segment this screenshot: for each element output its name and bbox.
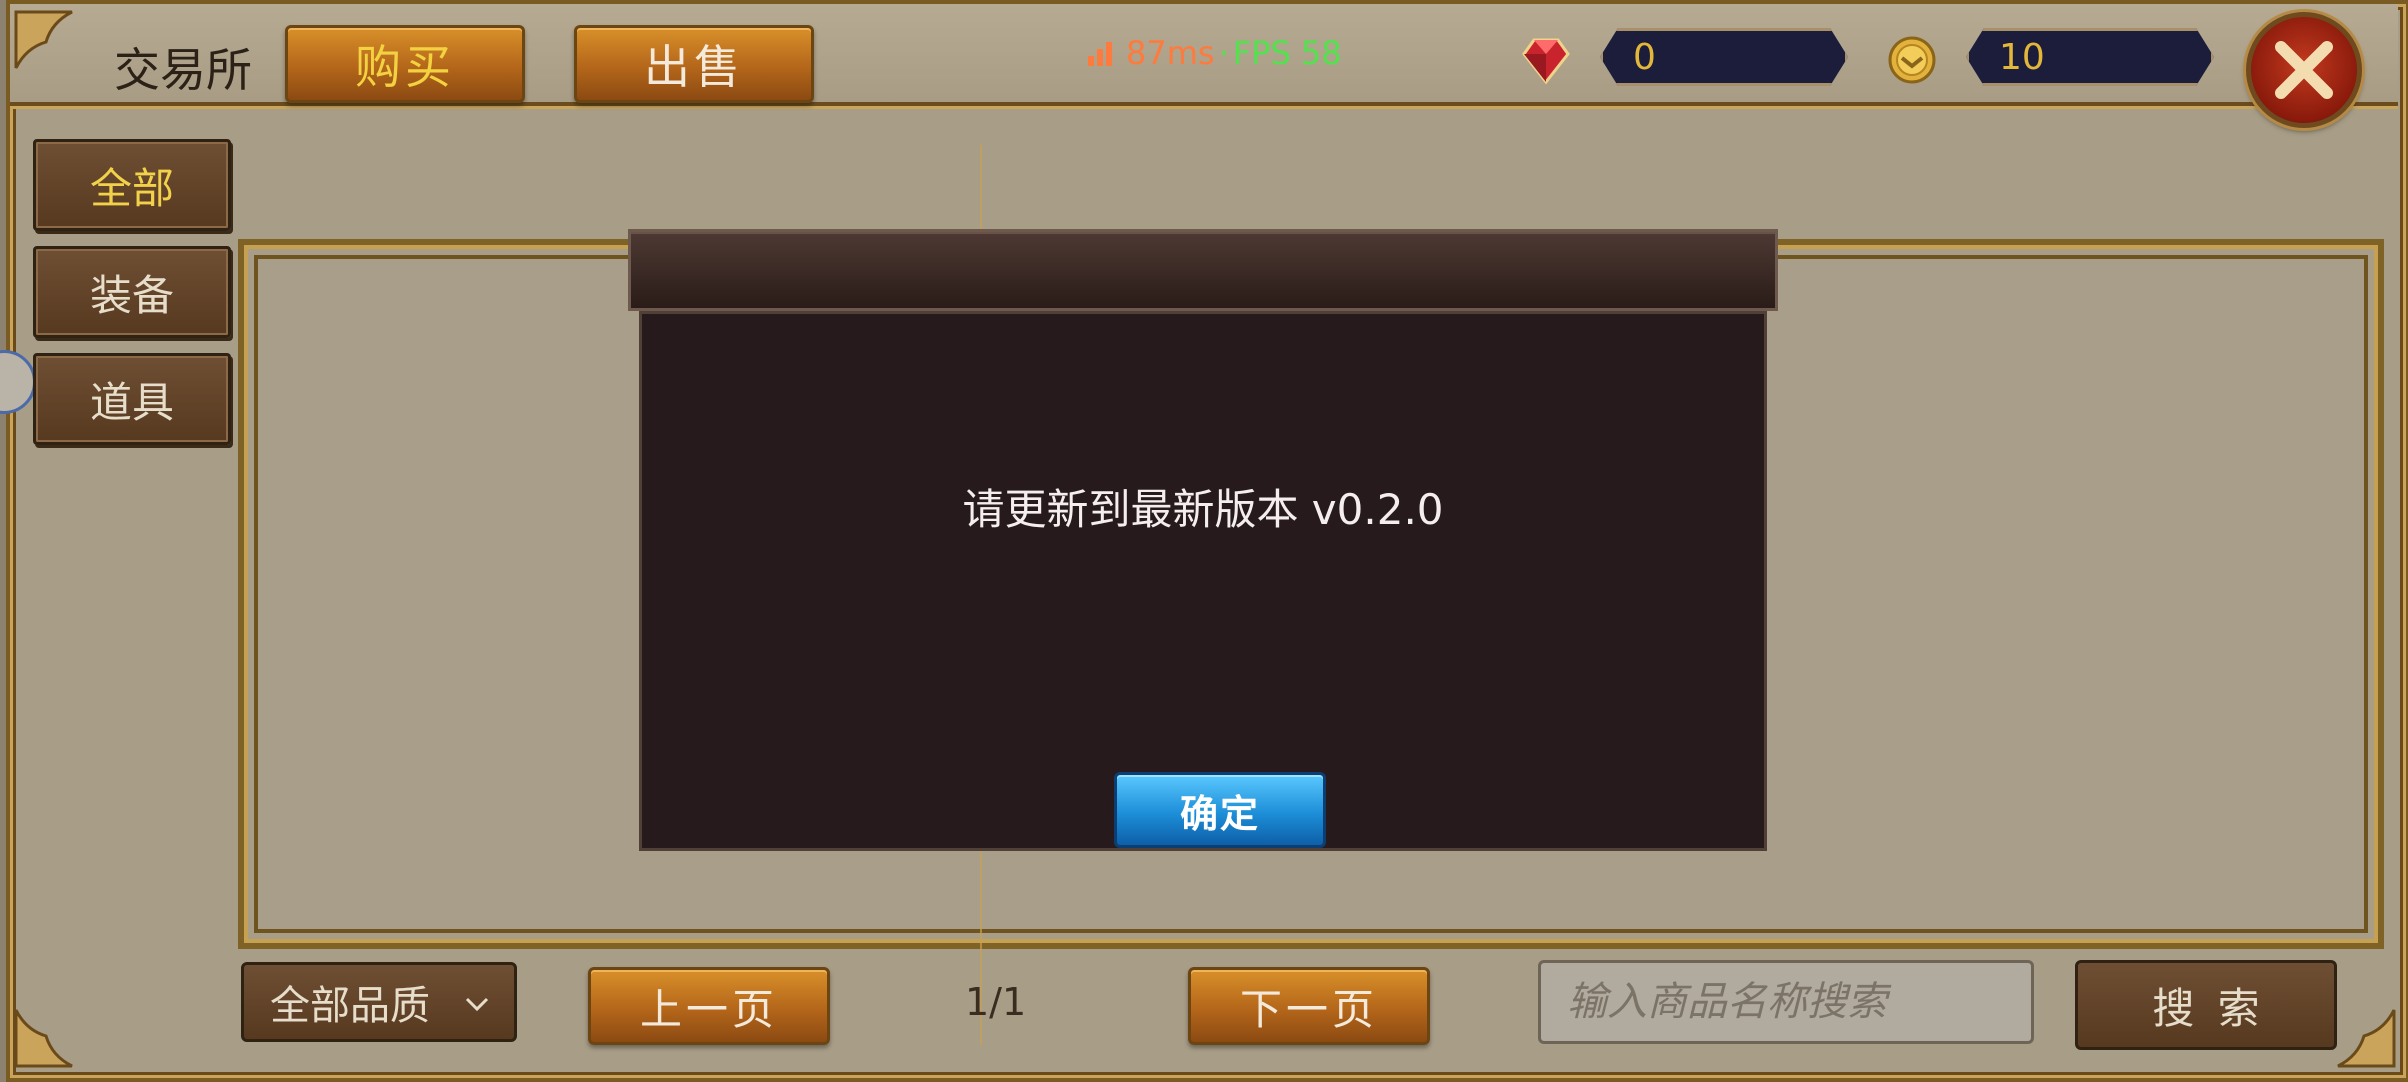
quality-select[interactable]: 全部品质 (241, 962, 517, 1042)
corner-ornament-icon (14, 1009, 73, 1068)
update-dialog: 请更新到最新版本 v0.2.0 确定 (628, 229, 1778, 854)
search-input[interactable] (1538, 960, 2034, 1044)
gem-balance: 0 (1600, 28, 1848, 86)
search-button[interactable]: 搜 索 (2075, 960, 2337, 1050)
sidebar-item-all[interactable]: 全部 (33, 139, 231, 231)
prev-page-button[interactable]: 上一页 (588, 967, 830, 1045)
status-separator: · (1218, 34, 1229, 72)
next-page-button[interactable]: 下一页 (1188, 967, 1430, 1045)
gold-coin-icon (1888, 36, 1936, 84)
coin-balance: 10 (1966, 28, 2214, 86)
signal-bars-icon (1088, 40, 1112, 66)
ping-value: 87ms (1126, 34, 1215, 72)
network-status: 87ms · FPS 58 (1088, 34, 1342, 72)
sidebar-item-equipment[interactable]: 装备 (33, 246, 231, 338)
sidebar-item-props[interactable]: 道具 (33, 353, 231, 445)
close-x-icon (2275, 41, 2333, 99)
dialog-body: 请更新到最新版本 v0.2.0 确定 (639, 311, 1767, 851)
fps-value: FPS 58 (1232, 34, 1342, 72)
page-title: 交易所 (114, 43, 252, 97)
ruby-gem-icon (1522, 38, 1570, 85)
dialog-message: 请更新到最新版本 v0.2.0 (962, 485, 1444, 534)
tab-sell[interactable]: 出售 (574, 25, 814, 103)
chevron-down-icon (465, 997, 489, 1012)
dialog-header (628, 229, 1778, 311)
page-indicator: 1/1 (965, 980, 1027, 1024)
quality-select-value: 全部品质 (270, 983, 430, 1029)
tab-buy[interactable]: 购买 (285, 25, 525, 103)
close-button[interactable] (2246, 12, 2362, 128)
corner-ornament-icon (14, 10, 73, 69)
confirm-button[interactable]: 确定 (1114, 772, 1326, 848)
